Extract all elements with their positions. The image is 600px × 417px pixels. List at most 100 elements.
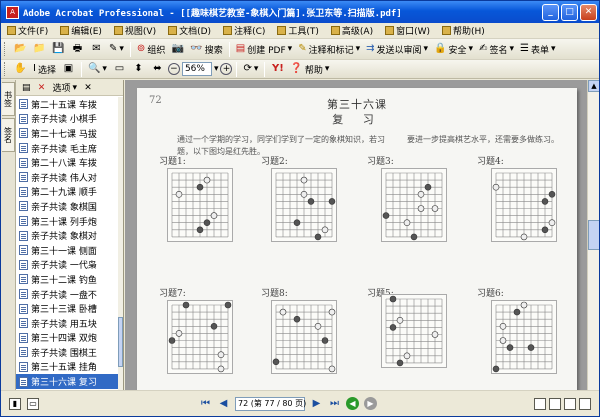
actual-size-button[interactable]: ▭	[111, 61, 128, 78]
close-button[interactable]: ✕	[580, 3, 597, 21]
close-panel-button[interactable]: ✕	[82, 81, 94, 94]
bookmark-item[interactable]: 亲子共读 象棋国	[16, 199, 119, 214]
new-bookmark-button[interactable]: ▤	[20, 81, 33, 94]
bookmark-item-selected[interactable]: 第三十六课 复习	[16, 374, 119, 389]
menu-view[interactable]: 视图(V)	[108, 24, 162, 37]
open-button[interactable]: 📂	[12, 41, 29, 58]
fit-page-button[interactable]: ⬍	[130, 61, 147, 78]
previous-view-button[interactable]: ◀	[346, 397, 359, 410]
yahoo-button[interactable]: Y!	[269, 61, 286, 78]
continuous-layout-icon[interactable]	[549, 397, 561, 410]
last-page-icon: ⏭	[330, 398, 339, 409]
bookmark-item[interactable]: 第三十三课 卧槽	[16, 301, 119, 316]
bookmark-item[interactable]: 亲子共读 毛主席	[16, 141, 119, 156]
rotate-button[interactable]: ⟳ ▾	[241, 61, 260, 78]
document-scrollbar[interactable]: ▲	[587, 80, 599, 390]
folder-button[interactable]: 📁	[31, 41, 48, 58]
bookmarks-scrollbar[interactable]	[118, 97, 123, 390]
single-page-layout-icon[interactable]	[534, 397, 546, 410]
bookmark-item[interactable]: 亲子共读 围棋王	[16, 345, 119, 360]
chevron-down-icon[interactable]: ▾	[214, 64, 219, 74]
print-icon: 🖶	[72, 43, 83, 54]
comment-markup-button[interactable]: ✎ 注释和标记 ▾	[296, 41, 362, 58]
camera-button[interactable]: 📷	[169, 41, 186, 58]
bookmark-item[interactable]: 第三十五课 挂角	[16, 360, 119, 375]
snapshot-button[interactable]: ▣	[60, 61, 77, 78]
bookmark-options-button[interactable]: 选项 ▾	[51, 81, 80, 95]
create-pdf-button[interactable]: ▤ 创建 PDF ▾	[234, 41, 294, 58]
last-page-button[interactable]: ⏭	[328, 397, 341, 410]
bookmark-item[interactable]: 第二十九课 顺手	[16, 185, 119, 200]
next-page-button[interactable]: ▶	[310, 397, 323, 410]
chevron-down-icon: ▾	[355, 44, 361, 54]
bookmark-item[interactable]: 亲子共读 用五块	[16, 316, 119, 331]
page-number-input[interactable]: 72 (第 77 / 80 页)	[235, 396, 306, 411]
menu-advanced[interactable]: 高级(A)	[325, 24, 379, 37]
bookmark-item[interactable]: 亲子共读 一盘不	[16, 287, 119, 302]
continuous-facing-layout-icon[interactable]	[579, 397, 591, 410]
previous-page-button[interactable]: ◀	[217, 397, 230, 410]
email-button[interactable]: ✉	[88, 41, 105, 58]
bookmark-item[interactable]: 第二十八课 车拨	[16, 155, 119, 170]
menu-help[interactable]: 帮助(H)	[436, 24, 491, 37]
bookmark-item[interactable]: 第三十四课 双炮	[16, 331, 119, 346]
sign-tool-button[interactable]: ✎ ▾	[107, 41, 126, 58]
menu-file[interactable]: 文件(F)	[1, 24, 54, 37]
scroll-up-arrow[interactable]: ▲	[588, 80, 599, 92]
menu-comments[interactable]: 注释(C)	[217, 24, 271, 37]
bookmark-item[interactable]: 亲子共读 小棋手	[16, 112, 119, 127]
toolbar-grip[interactable]	[4, 42, 7, 56]
delete-bookmark-button[interactable]: ✕	[36, 81, 48, 94]
toolbar-grip[interactable]	[4, 62, 7, 76]
open-icon: 📂	[14, 43, 27, 54]
sign-button[interactable]: ✍ 签名 ▾	[477, 41, 516, 58]
bookmark-item[interactable]: 第二十五课 车拨	[16, 97, 119, 112]
board-grid	[272, 304, 336, 373]
help-button[interactable]: ❓ 帮助 ▾	[288, 61, 331, 78]
menu-window[interactable]: 窗口(W)	[379, 24, 436, 37]
yahoo-icon: Y!	[272, 63, 284, 74]
zoom-tool-button[interactable]: 🔍 ▾	[86, 61, 109, 78]
menu-edit[interactable]: 编辑(E)	[54, 24, 108, 37]
minimize-button[interactable]: _	[542, 3, 559, 21]
document-view[interactable]: 72 第三十六课 复 习 通过一个学期的学习，同学们学到了一定的象棋知识，若习题…	[125, 80, 587, 390]
next-view-button[interactable]: ▶	[364, 397, 377, 410]
organize-button[interactable]: ⊚ 组织	[135, 41, 167, 58]
title-bar[interactable]: A Adobe Acrobat Professional - [[趣味棋艺教室-…	[1, 1, 599, 23]
zoom-level-input[interactable]: 56%	[181, 62, 212, 76]
bookmark-item[interactable]: 第三十二课 钓鱼	[16, 272, 119, 287]
bookmark-item[interactable]: 亲子共读 一代枭	[16, 258, 119, 273]
forms-button[interactable]: ☰ 表单 ▾	[518, 41, 558, 58]
zoom-out-button[interactable]: −	[167, 63, 180, 75]
board-grid	[385, 295, 443, 367]
secure-button[interactable]: 🔒 安全 ▾	[432, 41, 475, 58]
file-toolbar: 📂 📁 💾 🖶 ✉ ✎ ▾ ⊚ 组织 📷 👓 搜索 ▤ 创建 PDF ▾ ✎ 注释和标记 ▾ …	[1, 39, 599, 59]
tab-bookmarks[interactable]: 书签	[2, 82, 15, 116]
select-tool-button[interactable]: I 选择	[31, 61, 58, 78]
bookmark-item[interactable]: 第二十七课 马拔	[16, 126, 119, 141]
bookmark-item[interactable]: 亲子共读 象棋对	[16, 228, 119, 243]
print-button[interactable]: 🖶	[69, 41, 86, 58]
hand-tool-button[interactable]: ✋	[12, 61, 29, 78]
bookmark-item[interactable]: 亲子共读 伟人对	[16, 170, 119, 185]
lesson-title: 第三十六课	[327, 98, 387, 111]
save-status-icon[interactable]: ▮	[9, 397, 21, 410]
page-thumbnail-icon[interactable]: ▭	[27, 397, 39, 410]
zoom-in-button[interactable]: +	[220, 63, 233, 75]
bookmark-item[interactable]: 第三十一课 侧面	[16, 243, 119, 258]
scrollbar-thumb[interactable]	[588, 220, 599, 250]
first-page-button[interactable]: ⏮	[199, 397, 212, 410]
send-review-button[interactable]: ⇉ 发送以审阅 ▾	[364, 41, 430, 58]
maximize-button[interactable]: □	[561, 3, 578, 21]
fit-width-button[interactable]: ⬌	[149, 61, 166, 78]
bookmark-icon	[19, 128, 28, 139]
bookmark-item[interactable]: 第三十课 列手炮	[16, 214, 119, 229]
scrollbar-thumb[interactable]	[118, 317, 123, 367]
menu-document[interactable]: 文档(D)	[162, 24, 217, 37]
facing-layout-icon[interactable]	[564, 397, 576, 410]
search-button[interactable]: 👓 搜索	[188, 41, 224, 58]
menu-tools[interactable]: 工具(T)	[271, 24, 325, 37]
chess-piece	[210, 212, 218, 219]
save-button[interactable]: 💾	[50, 41, 67, 58]
tab-signatures[interactable]: 签名	[2, 118, 15, 152]
